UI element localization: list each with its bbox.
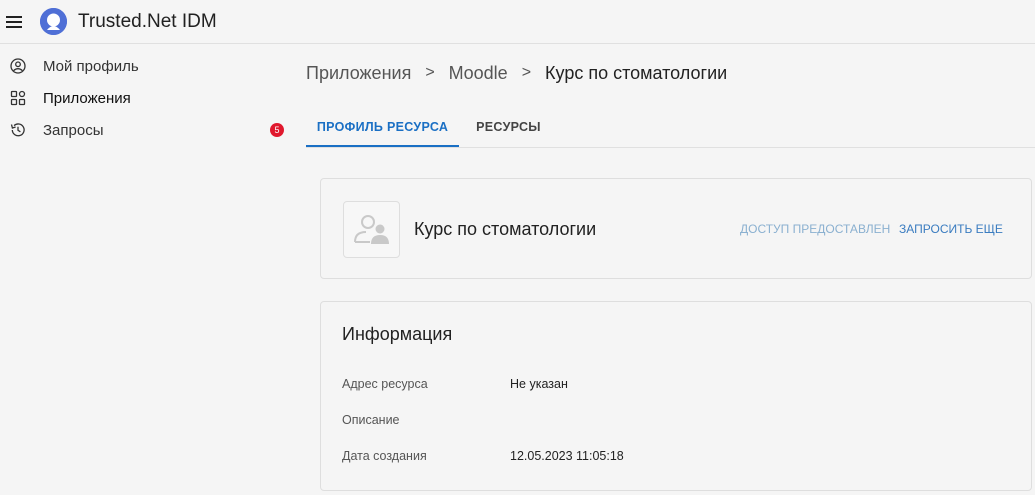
info-value: 12.05.2023 11:05:18: [510, 449, 624, 463]
logo-icon: [40, 8, 67, 35]
tab-resource-profile[interactable]: ПРОФИЛЬ РЕСУРСА: [306, 107, 459, 147]
sidebar: Мой профиль Приложения Запросы 5: [0, 45, 290, 495]
sidebar-item-label: Приложения: [43, 89, 131, 107]
menu-icon[interactable]: [6, 15, 24, 29]
apps-grid-icon: [10, 90, 26, 106]
users-placeholder-icon: [343, 201, 400, 258]
breadcrumb: Приложения > Moodle > Курс по стоматолог…: [306, 61, 727, 85]
info-row-description: Описание: [342, 413, 1022, 429]
info-value: Не указан: [510, 377, 568, 391]
sidebar-item-label: Мой профиль: [43, 57, 139, 75]
resource-title: Курс по стоматологии: [414, 219, 597, 239]
info-key: Описание: [342, 413, 400, 427]
app-title: Trusted.Net IDM: [78, 10, 217, 32]
info-row-address: Адрес ресурса Не указан: [342, 377, 1022, 393]
breadcrumb-separator: >: [521, 64, 532, 81]
info-title: Информация: [342, 324, 453, 344]
info-row-created: Дата создания 12.05.2023 11:05:18: [342, 449, 1022, 465]
account-circle-icon: [10, 58, 26, 74]
notification-badge: 5: [270, 123, 284, 137]
history-icon: [10, 122, 26, 138]
tab-resources[interactable]: РЕСУРСЫ: [459, 107, 558, 147]
breadcrumb-current: Курс по стоматологии: [545, 62, 728, 83]
sidebar-item-requests[interactable]: Запросы 5: [0, 114, 290, 146]
request-more-button[interactable]: ЗАПРОСИТЬ ЕЩЕ: [899, 222, 1003, 236]
access-granted-status: ДОСТУП ПРЕДОСТАВЛЕН: [740, 222, 891, 236]
sidebar-item-applications[interactable]: Приложения: [0, 82, 290, 114]
info-card: Информация Адрес ресурса Не указан Описа…: [320, 301, 1032, 491]
breadcrumb-separator: >: [425, 64, 435, 81]
app-bar: Trusted.Net IDM: [0, 0, 1035, 44]
info-key: Адрес ресурса: [342, 377, 428, 391]
breadcrumb-item-moodle[interactable]: Moodle: [449, 63, 508, 84]
sidebar-item-my-profile[interactable]: Мой профиль: [0, 50, 290, 82]
breadcrumb-item-applications[interactable]: Приложения: [306, 63, 411, 84]
sidebar-item-label: Запросы: [43, 121, 104, 139]
info-key: Дата создания: [342, 449, 427, 463]
resource-card: Курс по стоматологии ДОСТУП ПРЕДОСТАВЛЕН…: [320, 178, 1032, 279]
tab-bar: ПРОФИЛЬ РЕСУРСА РЕСУРСЫ: [306, 107, 1035, 148]
